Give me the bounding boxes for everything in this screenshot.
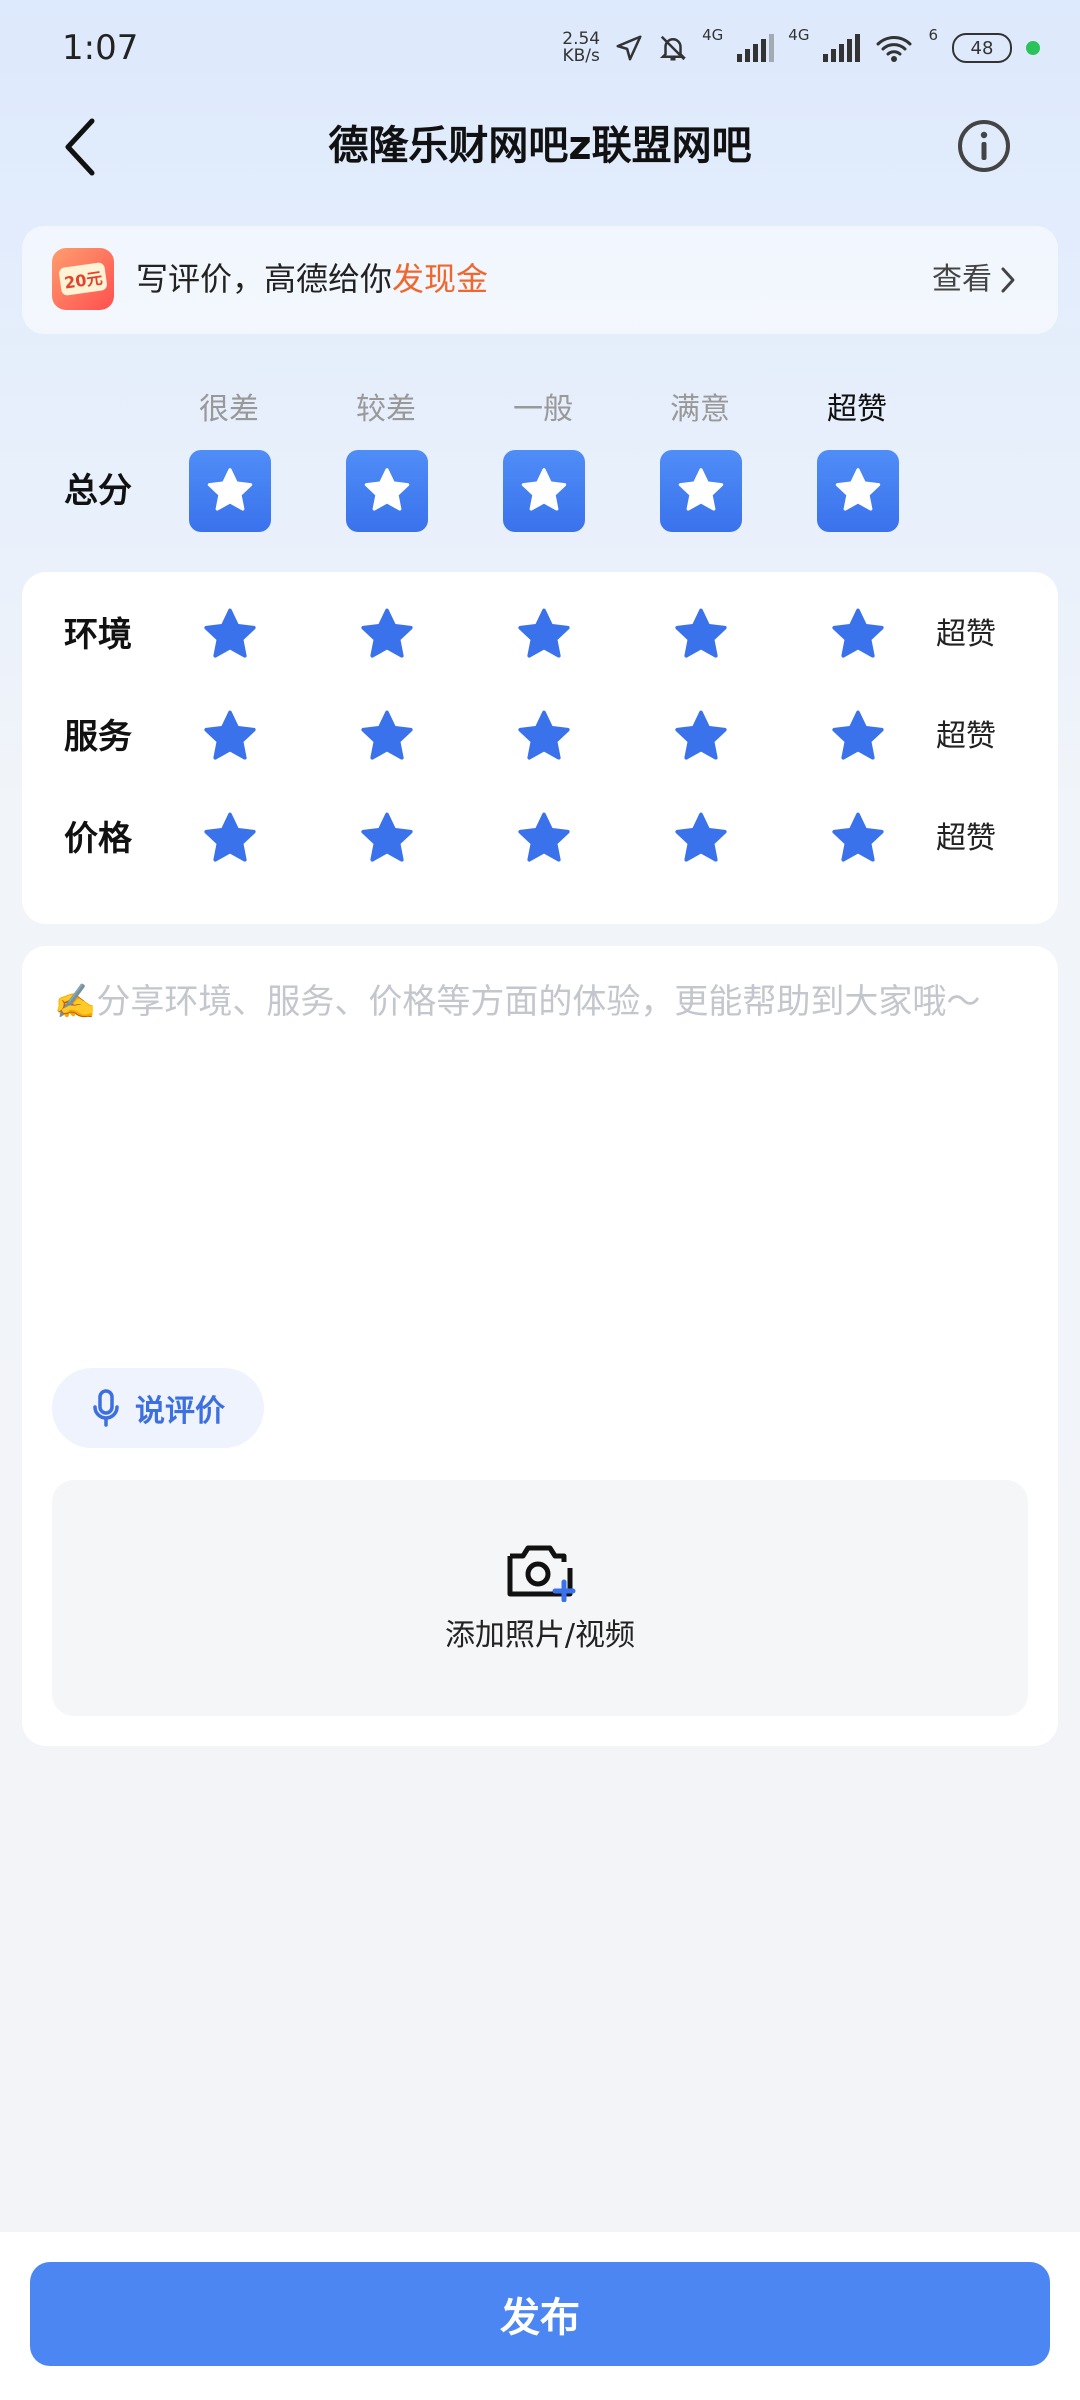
mute-bell-icon [660,35,687,61]
level-label-4: 满意 [670,392,730,427]
status-icons: 2.54 KB/s 4G 4G 6 48 [562,26,1040,70]
price-star-4[interactable] [671,809,731,869]
page-title: 德隆乐财网吧z联盟网吧 [328,123,752,169]
environment-star-4[interactable] [671,605,731,665]
star-icon [678,468,724,511]
banner-view-link[interactable]: 查看 [932,258,1016,302]
price-star-5[interactable] [828,809,888,869]
camera-plus-icon [507,1545,576,1602]
sub-rating-value-price: 超赞 [936,821,996,856]
sub-rating-label-environment: 环境 [64,615,132,655]
price-star-3[interactable] [514,809,574,869]
environment-star-1[interactable] [200,605,260,665]
level-label-5: 超赞 [827,392,887,427]
banner-highlight: 发现金 [392,260,489,298]
overall-star-1[interactable] [189,450,271,532]
sub-rating-value-environment: 超赞 [936,617,996,652]
environment-star-2[interactable] [357,605,417,665]
add-media-label: 添加照片/视频 [444,1618,636,1653]
chevron-left-icon [65,118,95,176]
overall-star-2[interactable] [346,450,428,532]
star-icon [207,468,253,511]
banner-text: 写评价，高德给你发现金 [136,260,489,298]
star-icon [521,468,567,511]
overall-star-5[interactable] [817,450,899,532]
sub-rating-label-price: 价格 [64,819,132,859]
location-icon [616,35,642,61]
price-star-2[interactable] [357,809,417,869]
network-label-2: 4G [788,26,810,44]
environment-star-3[interactable] [514,605,574,665]
level-label-1: 很差 [199,392,259,427]
review-input[interactable] [52,975,1036,1099]
environment-star-5[interactable] [828,605,888,665]
overall-star-4[interactable] [660,450,742,532]
voice-review-button[interactable]: 说评价 [52,1368,264,1448]
network-label-1: 4G [702,26,724,44]
status-time: 1:07 [62,28,139,68]
service-star-2[interactable] [357,707,417,767]
publish-button[interactable]: 发布 [30,2262,1050,2366]
active-indicator [1026,41,1040,55]
wifi-icon [876,36,912,62]
signal-icon [737,34,775,62]
sub-rating-label-service: 服务 [64,717,132,757]
overall-star-3[interactable] [503,450,585,532]
red-envelope-icon: 20元 [52,248,114,310]
battery-icon: 48 [952,33,1012,63]
level-label-3: 一般 [513,392,573,427]
service-star-5[interactable] [828,707,888,767]
overall-label: 总分 [64,471,132,511]
star-icon [364,468,410,511]
service-star-4[interactable] [671,707,731,767]
star-icon [835,468,881,511]
microphone-icon [93,1389,119,1427]
signal-icon-2 [823,34,861,62]
info-icon[interactable] [956,118,1012,174]
wifi-level: 6 [928,26,938,44]
service-star-1[interactable] [200,707,260,767]
chevron-right-icon [1001,267,1015,293]
back-button[interactable] [50,112,110,182]
service-star-3[interactable] [514,707,574,767]
level-label-2: 较差 [356,392,416,427]
network-speed: 2.54 KB/s [562,29,601,66]
sub-rating-value-service: 超赞 [936,719,996,754]
price-star-1[interactable] [200,809,260,869]
